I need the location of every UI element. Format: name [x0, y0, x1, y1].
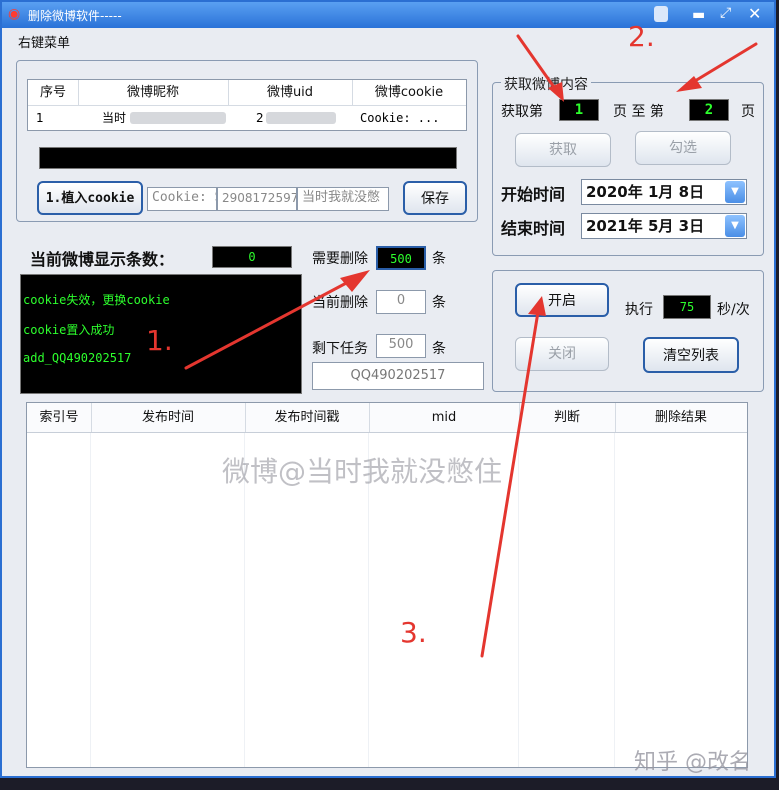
- arrow-3-head: [528, 296, 546, 316]
- arrow-2a-head: [548, 82, 564, 102]
- annotation-1: 1.: [146, 324, 173, 357]
- arrow-1-line: [184, 278, 354, 370]
- arrow-3-line: [480, 310, 540, 658]
- arrow-2a-line: [516, 34, 558, 92]
- annotation-arrows: [184, 34, 758, 658]
- arrow-2b-line: [688, 42, 758, 86]
- annotation-2: 2.: [628, 20, 655, 53]
- annotation-3: 3.: [400, 616, 427, 649]
- arrow-1-head: [340, 270, 370, 292]
